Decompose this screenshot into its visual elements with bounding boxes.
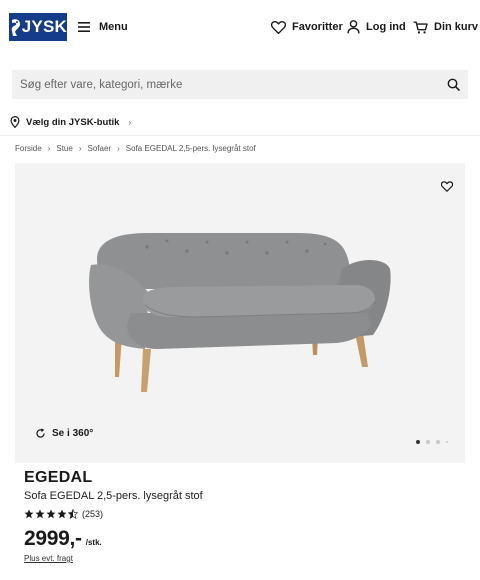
breadcrumb-separator: › <box>78 144 82 153</box>
gallery-dot-1[interactable] <box>416 440 420 444</box>
product-name: EGEDAL <box>24 469 93 486</box>
breadcrumb-item-current[interactable]: Sofa EGEDAL 2,5-pers. lysegråt stof <box>126 144 256 153</box>
gallery-pagination <box>416 440 448 444</box>
breadcrumb-item-forside[interactable]: Forside <box>15 144 42 153</box>
store-picker[interactable]: Vælg din JYSK-butik › <box>10 116 131 128</box>
half-star-icon <box>68 509 78 519</box>
search-icon <box>447 78 460 91</box>
view-360-button[interactable]: Se i 360° <box>35 428 93 439</box>
cart-icon <box>413 21 428 33</box>
product-description: Sofa EGEDAL 2,5-pers. lysegråt stof <box>24 490 203 502</box>
breadcrumb-item-sofaer[interactable]: Sofaer <box>88 144 112 153</box>
search-input[interactable] <box>12 70 438 99</box>
breadcrumb-separator: › <box>117 144 120 153</box>
heart-icon <box>440 181 454 192</box>
login-link[interactable]: Log ind <box>347 16 406 38</box>
add-to-favorites-button[interactable] <box>440 179 454 197</box>
price-value: 2999,- <box>24 527 82 550</box>
star-rating <box>24 509 78 519</box>
breadcrumb-item-stue[interactable]: Stue <box>56 144 72 153</box>
search-bar <box>12 70 468 99</box>
cart-label: Din kurv <box>434 21 479 33</box>
star-icon <box>24 509 34 519</box>
star-icon <box>57 509 67 519</box>
menu-button[interactable]: Menu <box>78 16 128 38</box>
breadcrumb-separator: › <box>47 144 51 153</box>
heart-icon <box>271 20 286 34</box>
shipping-note-link[interactable]: Plus evt. fragt <box>24 554 73 563</box>
star-icon <box>35 509 45 519</box>
favorites-link[interactable]: Favoritter <box>271 16 343 38</box>
gallery-dot-3[interactable] <box>436 440 440 444</box>
search-button[interactable] <box>438 78 468 91</box>
logo-bird-icon <box>9 13 21 41</box>
menu-label: Menu <box>99 21 128 33</box>
rotate-icon <box>36 428 45 438</box>
jysk-logo[interactable]: JYSK <box>9 13 67 41</box>
site-header: JYSK Menu Favoritter Log ind Din kurv <box>0 0 480 54</box>
review-count: (253) <box>82 509 104 519</box>
gallery-dot-2[interactable] <box>426 440 430 444</box>
favorites-label: Favoritter <box>292 21 343 33</box>
user-icon <box>347 20 360 34</box>
product-price: 2999,- /stk. <box>24 527 102 551</box>
location-pin-icon <box>10 116 20 128</box>
login-label: Log ind <box>366 21 406 33</box>
logo-text: JYSK <box>21 17 67 36</box>
store-label: Vælg din JYSK-butik <box>26 116 120 128</box>
view-360-label: Se i 360° <box>52 428 94 439</box>
chevron-right-icon: › <box>128 117 132 127</box>
cart-link[interactable]: Din kurv <box>413 16 478 38</box>
divider <box>0 135 480 136</box>
hamburger-icon <box>78 22 90 32</box>
star-icon <box>46 509 56 519</box>
sofa-product-image <box>89 233 391 395</box>
product-rating[interactable]: (253) <box>24 509 103 519</box>
breadcrumb: Forside › Stue › Sofaer › Sofa EGEDAL 2,… <box>15 144 256 153</box>
product-gallery[interactable]: Se i 360° <box>15 163 465 463</box>
price-unit: /stk. <box>85 538 102 547</box>
gallery-dot-4[interactable] <box>446 441 448 443</box>
